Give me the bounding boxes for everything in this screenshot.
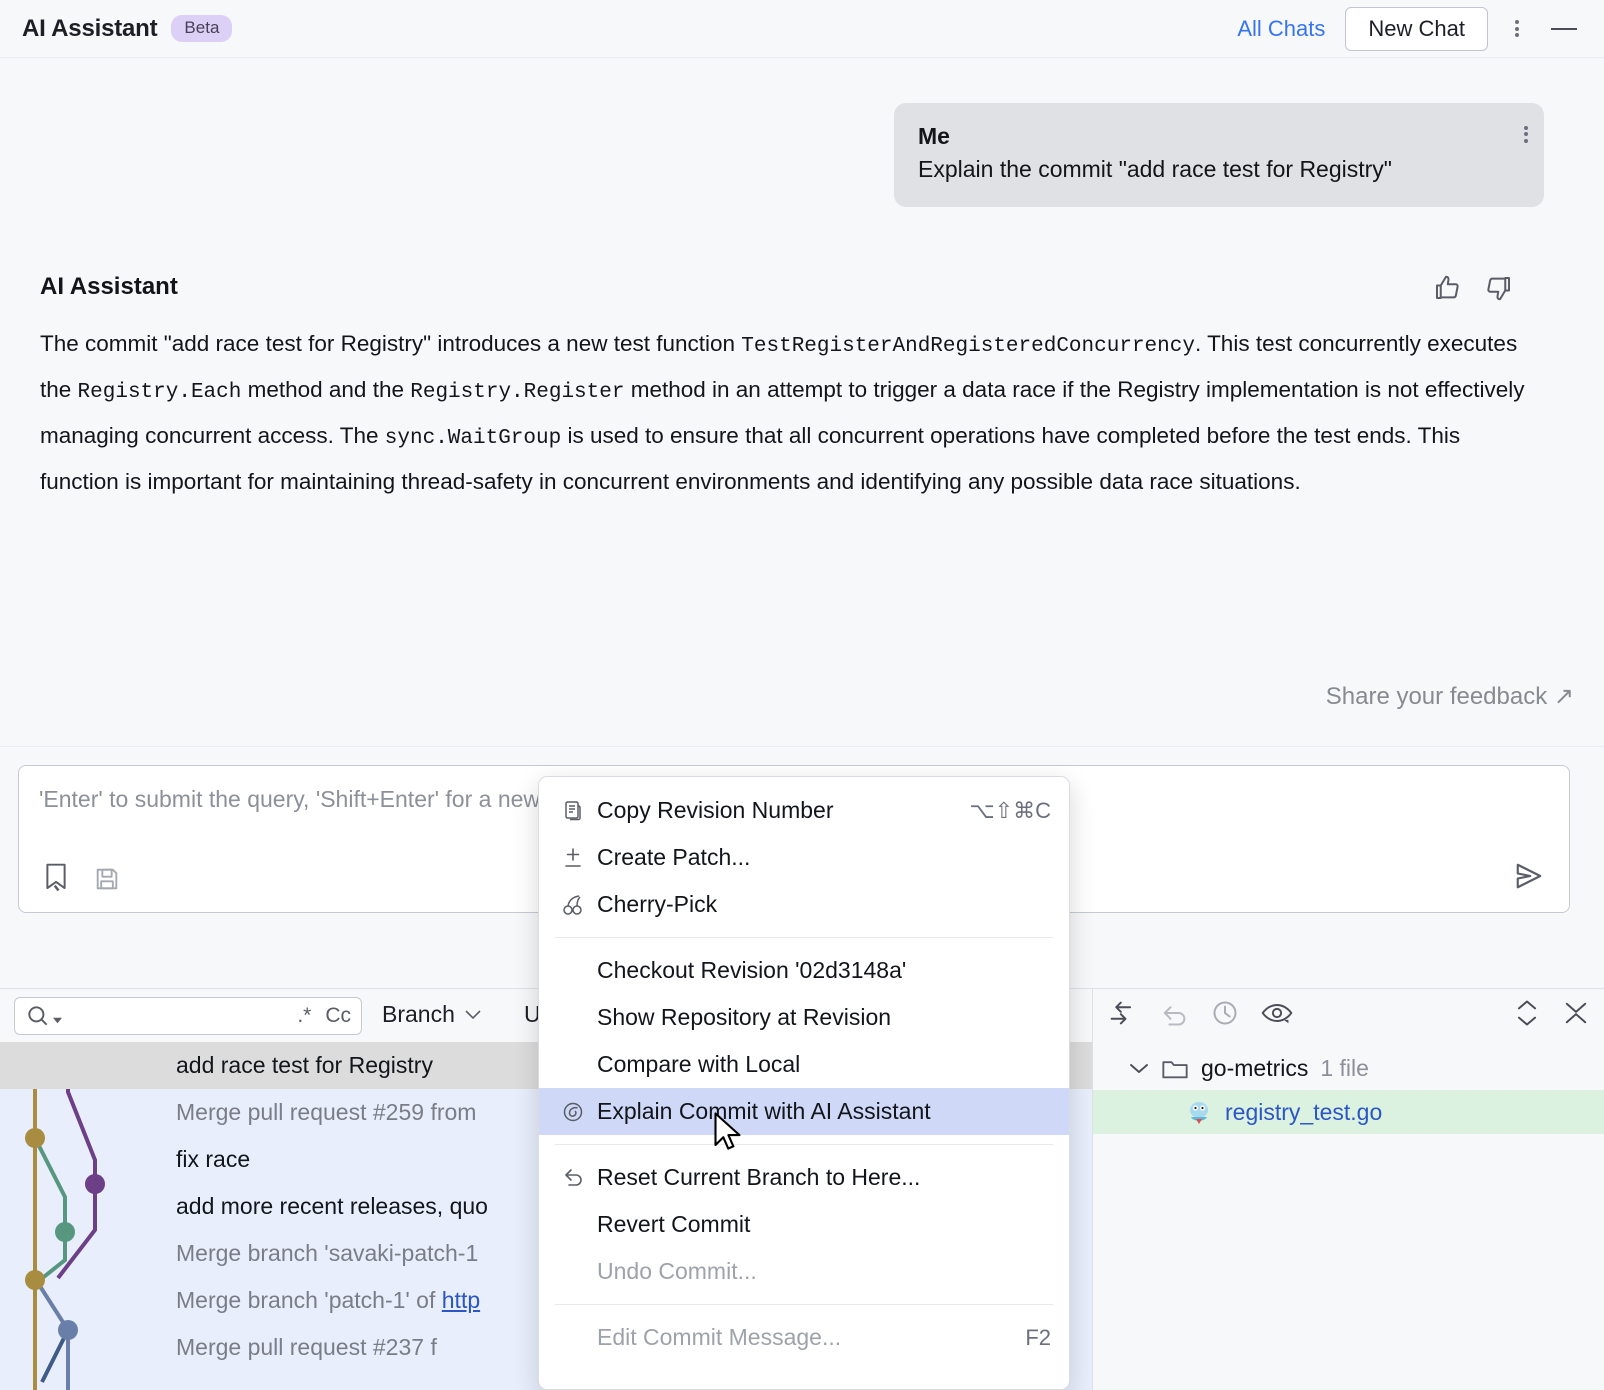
undo-icon — [1159, 1000, 1189, 1031]
cherry-pick-icon — [561, 893, 597, 917]
message-kebab-icon[interactable] — [1524, 123, 1528, 145]
chevron-down-icon — [53, 1017, 62, 1023]
commit-context-menu: Copy Revision Number ⌥⇧⌘C Create Patch... C… — [538, 776, 1070, 1390]
menu-item[interactable]: Copy Revision Number ⌥⇧⌘C — [539, 787, 1069, 834]
go-to-changes-icon[interactable] — [1107, 1000, 1137, 1031]
commit-subject: fix race — [176, 1146, 251, 1172]
menu-item-label: Explain Commit with AI Assistant — [597, 1098, 931, 1124]
reset-icon — [561, 1166, 597, 1190]
chevron-down-icon — [465, 1009, 481, 1019]
menu-item: Edit Commit Message... F2 — [539, 1314, 1069, 1361]
menu-item[interactable]: Show Repository at Revision — [539, 994, 1069, 1041]
thumbs-down-icon[interactable] — [1484, 273, 1514, 308]
page-title: AI Assistant — [22, 14, 158, 42]
menu-item[interactable]: Create Patch... — [539, 834, 1069, 881]
commit-subject: Merge pull request #237 f — [176, 1334, 437, 1360]
history-icon[interactable] — [1211, 999, 1239, 1032]
changed-files-tree: go-metrics 1 file registry_test.go — [1093, 1046, 1604, 1134]
header-actions: All Chats New Chat — [1237, 6, 1604, 51]
commit-url-link[interactable]: http — [442, 1287, 480, 1313]
all-chats-link[interactable]: All Chats — [1237, 16, 1325, 42]
branch-filter[interactable]: Branch — [382, 1001, 481, 1028]
bookmark-icon[interactable] — [41, 861, 71, 898]
commit-details-toolbar — [1093, 988, 1604, 1042]
inline-code: Registry.Register — [410, 381, 625, 404]
commit-subject: Merge branch 'patch-1' of http — [176, 1287, 481, 1313]
menu-item-label: Edit Commit Message... — [597, 1324, 842, 1350]
menu-item-label: Checkout Revision '02d3148a' — [597, 957, 907, 983]
menu-item[interactable]: Explain Commit with AI Assistant — [539, 1088, 1069, 1135]
expand-collapse-icon[interactable] — [1514, 998, 1540, 1033]
folder-name: go-metrics — [1201, 1054, 1309, 1081]
assistant-message: AI Assistant The commit "add race test f… — [40, 273, 1540, 503]
ai-assistant-header: AI Assistant Beta All Chats New Chat — [0, 0, 1604, 58]
file-name[interactable]: registry_test.go — [1225, 1099, 1382, 1126]
save-icon[interactable] — [93, 865, 121, 898]
menu-item[interactable]: Revert Commit — [539, 1201, 1069, 1248]
search-icon — [28, 1006, 48, 1026]
inline-code: sync.WaitGroup — [384, 427, 562, 450]
collapse-all-icon[interactable] — [1562, 998, 1590, 1033]
menu-item-label: Copy Revision Number — [597, 797, 834, 823]
ai-assistant-window: AI Assistant Beta All Chats New Chat Me … — [0, 0, 1604, 1390]
menu-separator — [555, 937, 1053, 938]
regex-toggle[interactable]: .* — [297, 1004, 311, 1028]
menu-item-shortcut: ⌥⇧⌘C — [969, 797, 1051, 823]
branch-filter-label: Branch — [382, 1001, 455, 1027]
search-input[interactable]: .* Cc — [14, 997, 362, 1035]
commit-subject: Merge pull request #259 from — [176, 1099, 477, 1125]
tree-row[interactable]: registry_test.go — [1093, 1090, 1604, 1134]
folder-icon — [1162, 1061, 1188, 1079]
menu-item-label: Create Patch... — [597, 844, 751, 870]
menu-item-shortcut: F2 — [1025, 1324, 1051, 1350]
copy-icon — [561, 799, 597, 823]
menu-item[interactable]: Cherry-Pick — [539, 881, 1069, 928]
commit-subject: add more recent releases, quo — [176, 1193, 488, 1219]
menu-item-label: Compare with Local — [597, 1051, 801, 1077]
preview-eye-icon[interactable] — [1261, 1000, 1293, 1031]
plus-minus-icon — [561, 846, 597, 870]
thumbs-up-icon[interactable] — [1432, 273, 1462, 308]
folder-file-count: 1 file — [1320, 1054, 1369, 1081]
tree-row[interactable]: go-metrics 1 file — [1093, 1046, 1604, 1090]
send-icon[interactable] — [1511, 861, 1547, 896]
menu-separator — [555, 1144, 1053, 1145]
message-author: AI Assistant — [40, 273, 178, 300]
status-badge: Beta — [171, 15, 233, 42]
menu-separator — [555, 1304, 1053, 1305]
new-chat-button[interactable]: New Chat — [1345, 6, 1488, 51]
body-text: The commit "add race test for Registry" … — [40, 331, 742, 356]
ai-assistant-icon — [561, 1100, 597, 1124]
chat-transcript: Me Explain the commit "add race test for… — [0, 58, 1604, 746]
case-toggle[interactable]: Cc — [325, 1004, 351, 1028]
menu-item: Undo Commit... — [539, 1248, 1069, 1295]
menu-item-label: Reset Current Branch to Here... — [597, 1164, 921, 1190]
inline-code: TestRegisterAndRegisteredConcurrency — [741, 335, 1195, 358]
menu-item[interactable]: Checkout Revision '02d3148a' — [539, 947, 1069, 994]
share-feedback-link[interactable]: Share your feedback ↗ — [1326, 682, 1574, 711]
kebab-menu-icon[interactable] — [1496, 9, 1538, 49]
menu-item[interactable]: Reset Current Branch to Here... — [539, 1154, 1069, 1201]
menu-item[interactable]: Compare with Local — [539, 1041, 1069, 1088]
message-author: Me — [918, 123, 950, 149]
assistant-message-body: The commit "add race test for Registry" … — [40, 322, 1540, 503]
chat-input-placeholder: 'Enter' to submit the query, 'Shift+Ente… — [39, 786, 583, 812]
user-message-bubble: Me Explain the commit "add race test for… — [894, 103, 1544, 207]
commit-details-pane: go-metrics 1 file registry_test.go — [1093, 988, 1604, 1390]
message-text: Explain the commit "add race test for Re… — [918, 156, 1392, 182]
menu-item-label: Revert Commit — [597, 1211, 751, 1237]
menu-item-label: Cherry-Pick — [597, 891, 718, 917]
commit-subject: add race test for Registry — [176, 1052, 433, 1078]
commit-subject: Merge branch 'savaki-patch-1 — [176, 1240, 479, 1266]
menu-item-label: Undo Commit... — [597, 1258, 757, 1284]
go-file-icon — [1190, 1102, 1208, 1124]
minimize-icon[interactable] — [1542, 9, 1586, 49]
mouse-cursor-icon — [714, 1112, 741, 1150]
body-text: method and the — [241, 377, 411, 402]
inline-code: Registry.Each — [77, 381, 242, 404]
menu-item-label: Show Repository at Revision — [597, 1004, 892, 1030]
chevron-down-icon[interactable] — [1129, 1061, 1149, 1075]
